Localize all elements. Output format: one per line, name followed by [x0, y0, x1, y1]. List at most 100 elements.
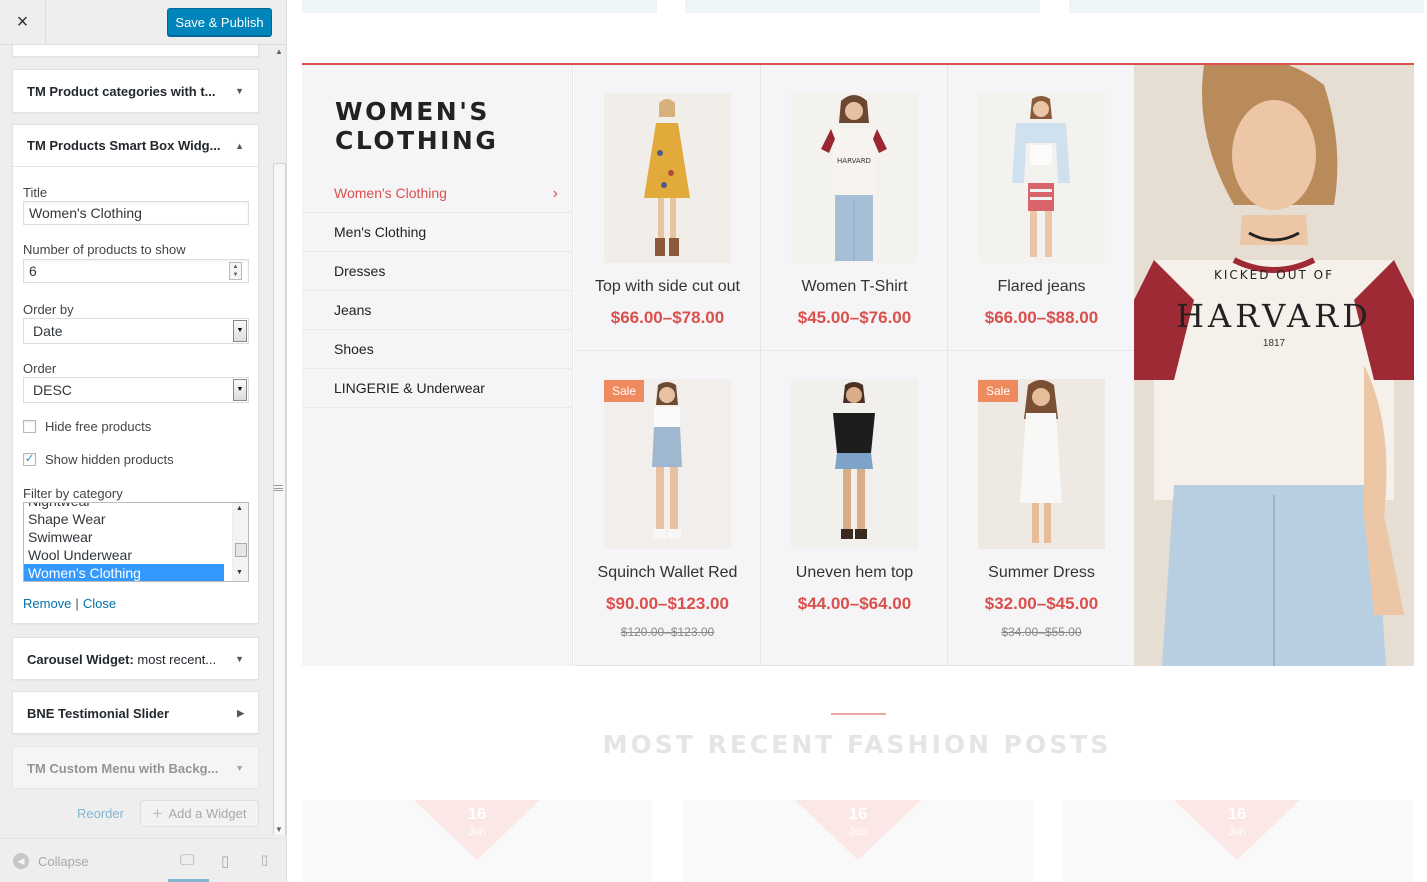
sale-badge: Sale [604, 380, 644, 402]
expand-caret-icon[interactable]: ▼ [235, 86, 244, 96]
product-price: $32.00–$45.00 [984, 594, 1099, 613]
listbox-scrollbar[interactable]: ▲ ▼ [232, 503, 248, 581]
listbox-scroll-thumb[interactable] [235, 543, 247, 557]
product-name[interactable]: Flared jeans [948, 278, 1135, 296]
number-spinner[interactable]: ▲ ▼ [229, 262, 242, 280]
product-image[interactable] [604, 379, 731, 549]
show-hidden-checkbox[interactable]: ✓ [23, 453, 36, 466]
collapse-button[interactable]: ◀ Collapse [13, 853, 89, 869]
scroll-up-icon[interactable]: ▲ [236, 505, 243, 512]
expand-caret-icon[interactable]: ▶ [237, 708, 244, 719]
product-price: $45.00–$76.00 [797, 308, 912, 327]
category-panel: WOMEN'S CLOTHING Women's Clothing › Men's… [302, 65, 573, 666]
product-name[interactable]: Squinch Wallet Red [574, 564, 761, 582]
widget-product-categories[interactable]: TM Product categories with t... ▼ [12, 69, 259, 113]
show-hidden-row[interactable]: ✓ Show hidden products [23, 452, 174, 467]
widget-testimonial-slider[interactable]: BNE Testimonial Slider ▶ [12, 691, 259, 734]
product-image[interactable] [978, 379, 1105, 549]
product-image[interactable] [978, 93, 1105, 263]
category-option[interactable]: Shape Wear [24, 510, 224, 528]
widget-top-edge [12, 45, 259, 57]
remove-link[interactable]: Remove [23, 596, 71, 611]
widget-carousel[interactable]: Carousel Widget: most recent... ▼ [12, 637, 259, 680]
product-card[interactable]: Uneven hem top $44.00–$64.00 [761, 351, 948, 666]
title-label: Title [23, 185, 48, 200]
desktop-icon[interactable]: 🖵 [180, 852, 194, 869]
category-item-dresses[interactable]: Dresses [302, 252, 573, 291]
category-option[interactable]: Nightwear [24, 503, 224, 510]
category-item-jeans[interactable]: Jeans [302, 291, 573, 330]
hero-model-image[interactable]: KICKED OUT OF HARVARD 1817 [1134, 65, 1414, 666]
product-card[interactable]: Sale Squinch Wallet Red $90.00–$123.00 $… [574, 351, 761, 666]
previous-section-card [302, 0, 657, 13]
widget-header[interactable]: TM Products Smart Box Widg... ▲ [13, 125, 258, 167]
sidebar-scroll-thumb[interactable] [273, 163, 286, 835]
orderby-select[interactable]: Date ▼ [23, 318, 249, 344]
post-date: 16 Jun [1227, 804, 1247, 839]
hide-free-row[interactable]: Hide free products [23, 419, 151, 434]
order-label: Order [23, 361, 57, 376]
scroll-down-icon[interactable]: ▼ [236, 569, 243, 576]
collapse-caret-icon[interactable]: ▲ [235, 141, 244, 151]
category-item-mens-clothing[interactable]: Men's Clothing [302, 213, 573, 252]
dropdown-arrow-icon: ▼ [233, 320, 247, 342]
product-price: $44.00–$64.00 [797, 594, 912, 613]
product-card[interactable]: Top with side cut out $66.00–$78.00 [574, 65, 761, 351]
product-price: $66.00–$78.00 [610, 308, 725, 327]
tablet-icon[interactable]: ▯ [221, 852, 229, 870]
widget-area-actions: Reorder + Add a Widget [0, 800, 272, 830]
product-name[interactable]: Uneven hem top [761, 564, 948, 582]
product-card[interactable]: Flared jeans $66.00–$88.00 [948, 65, 1135, 351]
resize-grip-icon[interactable] [274, 485, 283, 491]
chevron-right-icon: › [552, 185, 558, 202]
order-value: DESC [33, 382, 72, 398]
save-publish-button[interactable]: Save & Publish [167, 8, 272, 36]
add-widget-button[interactable]: + Add a Widget [140, 800, 259, 827]
product-image[interactable] [604, 93, 731, 263]
category-item-womens-clothing[interactable]: Women's Clothing › [302, 174, 573, 213]
category-item-lingerie[interactable]: LINGERIE & Underwear [302, 369, 573, 408]
product-name[interactable]: Top with side cut out [574, 278, 761, 296]
widget-title: TM Custom Menu with Backg... [27, 760, 219, 776]
product-image[interactable]: HARVARD [791, 93, 918, 263]
title-input[interactable]: Women's Clothing [23, 201, 249, 225]
orderby-label: Order by [23, 302, 74, 317]
add-widget-label: Add a Widget [168, 806, 247, 821]
widget-title: BNE Testimonial Slider [27, 705, 170, 721]
product-card[interactable]: HARVARD Women T-Shirt $45.00–$76.00 [761, 65, 948, 351]
expand-caret-icon[interactable]: ▼ [235, 763, 244, 773]
count-label: Number of products to show [23, 242, 186, 257]
plus-icon: + [152, 803, 163, 823]
category-option-selected[interactable]: Women's Clothing [24, 564, 224, 581]
widget-products-smart-box: TM Products Smart Box Widg... ▲ Title Wo… [12, 124, 259, 624]
category-option[interactable]: Wool Underwear [24, 546, 224, 564]
product-name[interactable]: Summer Dress [948, 564, 1135, 582]
order-select[interactable]: DESC ▼ [23, 377, 249, 403]
dropdown-arrow-icon: ▼ [233, 379, 247, 401]
scroll-up-icon[interactable]: ▲ [274, 47, 284, 57]
count-input[interactable]: 6 ▲ ▼ [23, 259, 249, 283]
close-link[interactable]: Close [83, 596, 116, 611]
category-item-shoes[interactable]: Shoes [302, 330, 573, 369]
post-date: 16 Jun [467, 804, 487, 839]
scroll-down-icon[interactable]: ▼ [274, 825, 284, 835]
category-listbox[interactable]: Nightwear Shape Wear Swimwear Wool Under… [23, 502, 249, 582]
mobile-icon[interactable]: ▯ [261, 852, 268, 868]
site-preview: WOMEN'S CLOTHING Women's Clothing › Men's… [287, 0, 1427, 882]
customizer-sidebar: × Save & Publish TM Product categories w… [0, 0, 287, 882]
hide-free-checkbox[interactable] [23, 420, 36, 433]
reorder-link[interactable]: Reorder [77, 806, 124, 821]
sidebar-header: × Save & Publish [0, 0, 286, 45]
product-image[interactable] [791, 379, 918, 549]
close-icon: × [16, 11, 29, 33]
product-name[interactable]: Women T-Shirt [761, 278, 948, 296]
svg-text:HARVARD: HARVARD [837, 157, 871, 165]
previous-section-card [1069, 0, 1424, 13]
widget-custom-menu[interactable]: TM Custom Menu with Backg... ▼ [12, 746, 259, 789]
product-card[interactable]: Sale Summer Dress $32.00–$45.00 $34.00–$… [948, 351, 1135, 666]
show-hidden-label: Show hidden products [45, 452, 174, 467]
category-option[interactable]: Swimwear [24, 528, 224, 546]
close-customizer-button[interactable]: × [0, 0, 46, 45]
collapse-label: Collapse [38, 853, 89, 869]
expand-caret-icon[interactable]: ▼ [235, 654, 244, 664]
